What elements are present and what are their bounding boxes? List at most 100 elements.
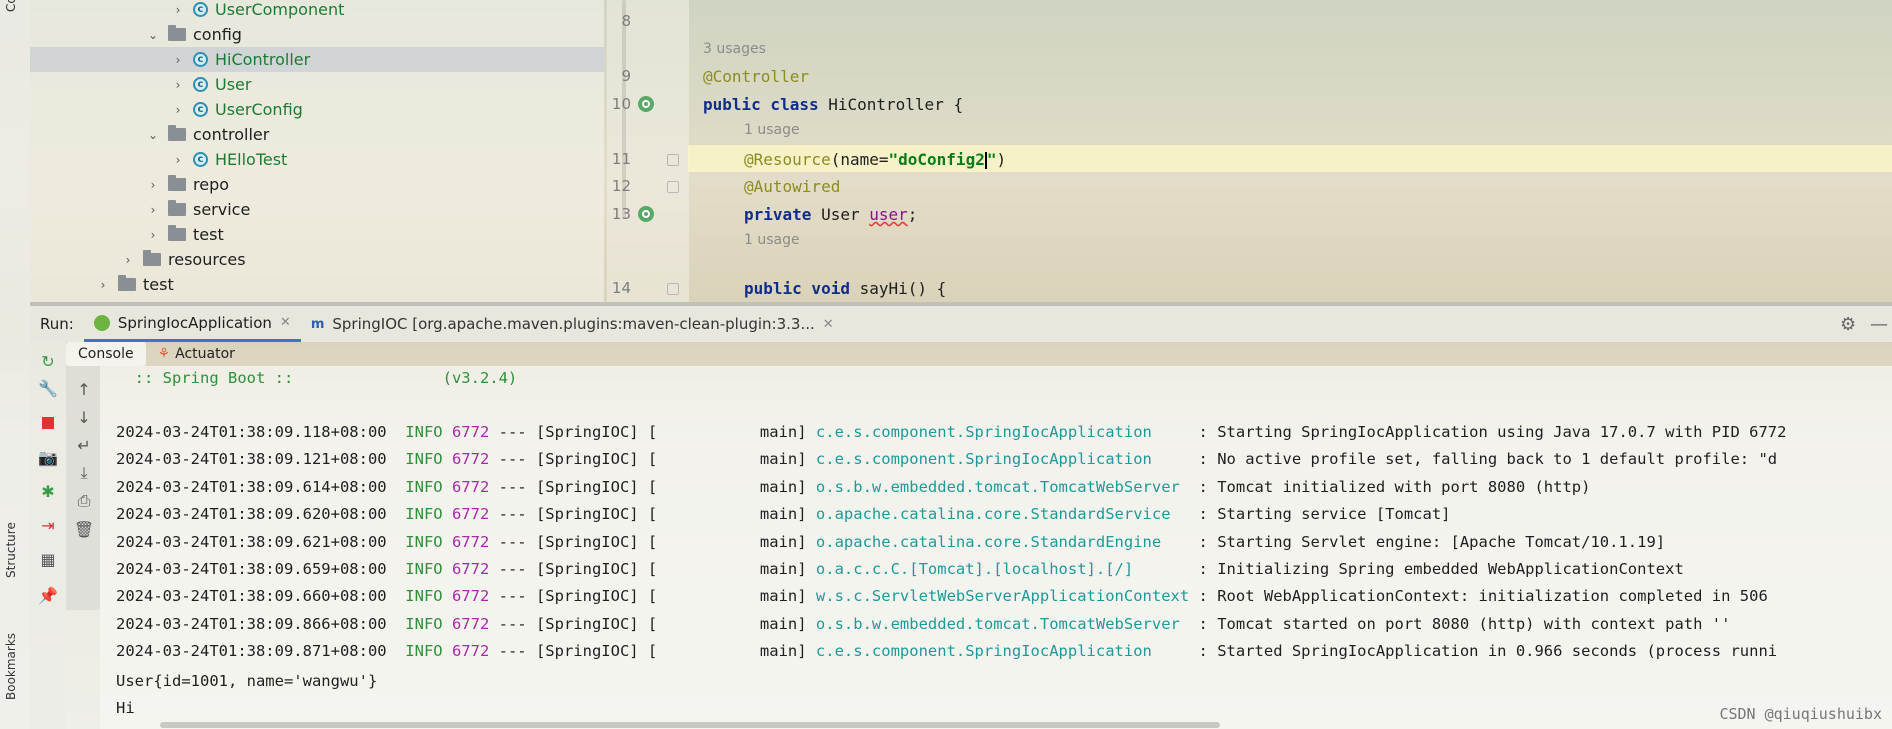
tree-item[interactable]: › service	[30, 197, 250, 222]
actuator-icon: ⚘	[157, 346, 171, 362]
close-icon[interactable]: ✕	[280, 315, 291, 330]
code-line-14: public void sayHi() {	[744, 279, 946, 298]
log-message: : Starting SpringIocApplication using Ja…	[1189, 423, 1787, 441]
project-tool-label[interactable]: Co	[4, 0, 18, 12]
log-thread: --- [SpringIOC] [ main]	[489, 505, 816, 524]
log-line: 2024-03-24T01:38:09.614+08:00 INFO 6772 …	[116, 478, 1590, 496]
debug-icon[interactable]: ✱	[37, 480, 59, 502]
arrow-up-icon[interactable]: ↑	[73, 378, 95, 400]
tree-item[interactable]: › c HElloTest	[30, 147, 288, 172]
structure-tool-label[interactable]: Structure	[4, 522, 18, 578]
log-logger: c.e.s.component.SpringIocApplication	[815, 423, 1190, 441]
wrench-icon[interactable]: 🔧	[37, 377, 59, 399]
console-output[interactable]: :: Spring Boot :: (v3.2.4) 2024-03-24T01…	[100, 366, 1892, 729]
folder-icon	[118, 275, 136, 291]
chevron-right-icon[interactable]: ›	[171, 53, 185, 67]
console-toolbar: ↑ ↓ ↵ ⤓ ⎙ 🗑	[66, 366, 100, 610]
fold-icon[interactable]	[667, 283, 679, 295]
close-icon[interactable]: ✕	[823, 317, 834, 332]
code-line-12: @Autowired	[744, 177, 840, 196]
print-icon[interactable]: ⎙	[73, 490, 95, 512]
log-logger: o.apache.catalina.core.StandardService	[815, 505, 1190, 524]
chevron-right-icon[interactable]: ›	[171, 3, 185, 17]
run-tab-springiocapplication[interactable]: SpringIocApplication ✕	[83, 306, 301, 342]
console-scrollbar[interactable]	[160, 722, 1220, 728]
tree-item[interactable]: › c HiController	[30, 47, 604, 72]
chevron-right-icon[interactable]: ›	[171, 103, 185, 117]
resource-param: (name=	[830, 150, 889, 169]
tree-item[interactable]: › c UserConfig	[30, 97, 303, 122]
tree-item[interactable]: ⌄ config	[30, 22, 242, 47]
line-number: 14	[611, 279, 631, 297]
fold-icon[interactable]	[667, 181, 679, 193]
line-number: 9	[621, 67, 631, 85]
log-thread: --- [SpringIOC] [ main]	[489, 450, 816, 469]
spring-bean-icon[interactable]	[638, 206, 654, 222]
usages-hint[interactable]: 3 usages	[703, 41, 766, 57]
tree-item[interactable]: ⌄ controller	[30, 122, 269, 147]
line-number: 11	[611, 150, 631, 168]
chevron-right-icon[interactable]: ›	[171, 153, 185, 167]
fold-icon[interactable]	[667, 154, 679, 166]
chevron-right-icon[interactable]: ›	[146, 203, 160, 217]
class-icon: c	[193, 2, 208, 17]
field-end: ;	[907, 205, 918, 224]
tree-item[interactable]: › resources	[30, 247, 246, 272]
log-line: 2024-03-24T01:38:09.660+08:00 INFO 6772 …	[116, 587, 1768, 605]
run-tab-maven-clean[interactable]: m SpringIOC [org.apache.maven.plugins:ma…	[301, 306, 844, 342]
editor-gutter: 8 9 10 11 12 13 14	[606, 0, 689, 302]
gear-icon[interactable]: ⚙	[1840, 314, 1856, 335]
exit-icon[interactable]: ⇥	[37, 514, 59, 536]
log-message: : Starting Servlet engine: [Apache Tomca…	[1189, 532, 1666, 551]
chevron-right-icon[interactable]: ›	[171, 78, 185, 92]
camera-icon[interactable]: 📷	[37, 446, 59, 468]
trash-icon[interactable]: 🗑	[73, 518, 95, 540]
log-logger: o.apache.catalina.core.StandardEngine	[815, 532, 1190, 551]
chevron-down-icon[interactable]: ⌄	[146, 128, 160, 142]
chevron-right-icon[interactable]: ›	[121, 253, 135, 267]
tab-actuator[interactable]: ⚘ Actuator	[146, 342, 247, 366]
tree-item[interactable]: › test	[30, 272, 174, 297]
usage-hint[interactable]: 1 usage	[744, 232, 800, 248]
run-toolbar: ↻ 🔧 📷 ✱ ⇥ ▦ 📌	[30, 342, 66, 729]
line-number: 10	[611, 95, 631, 113]
bookmarks-tool-label[interactable]: Bookmarks	[4, 633, 18, 700]
code-editor[interactable]: 3 usages @Controller public class HiCont…	[688, 0, 1892, 302]
spring-bean-icon[interactable]	[638, 96, 654, 112]
log-logger: c.e.s.component.SpringIocApplication	[815, 450, 1190, 469]
usage-hint[interactable]: 1 usage	[744, 122, 800, 138]
chevron-right-icon[interactable]: ›	[96, 278, 110, 292]
scroll-to-end-icon[interactable]: ⤓	[73, 462, 95, 484]
stop-icon[interactable]	[37, 412, 59, 434]
maven-icon: m	[310, 316, 325, 332]
tree-item-label: test	[193, 225, 224, 244]
chevron-right-icon[interactable]: ›	[146, 228, 160, 242]
tree-item-label: repo	[193, 175, 230, 194]
soft-wrap-icon[interactable]: ↵	[73, 434, 95, 456]
log-timestamp: 2024-03-24T01:38:09.614+08:00	[116, 477, 387, 496]
tree-item[interactable]: › test	[30, 222, 224, 247]
class-icon: c	[193, 152, 208, 167]
tree-item[interactable]: › c User	[30, 72, 252, 97]
log-thread: --- [SpringIOC] [ main]	[489, 587, 816, 606]
field-name: user	[869, 205, 908, 224]
chevron-down-icon[interactable]: ⌄	[146, 28, 160, 42]
tree-item[interactable]: › c UserComponent	[30, 0, 345, 22]
log-logger: c.e.s.component.SpringIocApplication	[815, 642, 1190, 661]
class-name: HiController {	[818, 95, 964, 114]
arrow-down-icon[interactable]: ↓	[73, 406, 95, 428]
tree-item[interactable]: › repo	[30, 172, 229, 197]
layout-icon[interactable]: ▦	[37, 548, 59, 570]
tree-item-label: service	[193, 200, 251, 219]
log-line: 2024-03-24T01:38:09.871+08:00 INFO 6772 …	[116, 642, 1777, 660]
log-pid: 6772	[451, 587, 490, 606]
log-timestamp: 2024-03-24T01:38:09.620+08:00	[116, 505, 387, 524]
tree-item-label: controller	[193, 125, 270, 144]
minimize-icon[interactable]: —	[1870, 314, 1888, 335]
tab-console[interactable]: Console	[66, 342, 146, 366]
pin-icon[interactable]: 📌	[37, 584, 59, 606]
chevron-right-icon[interactable]: ›	[146, 178, 160, 192]
log-level: INFO	[405, 532, 443, 551]
folder-icon	[168, 225, 186, 241]
rerun-icon[interactable]: ↻	[37, 350, 59, 372]
